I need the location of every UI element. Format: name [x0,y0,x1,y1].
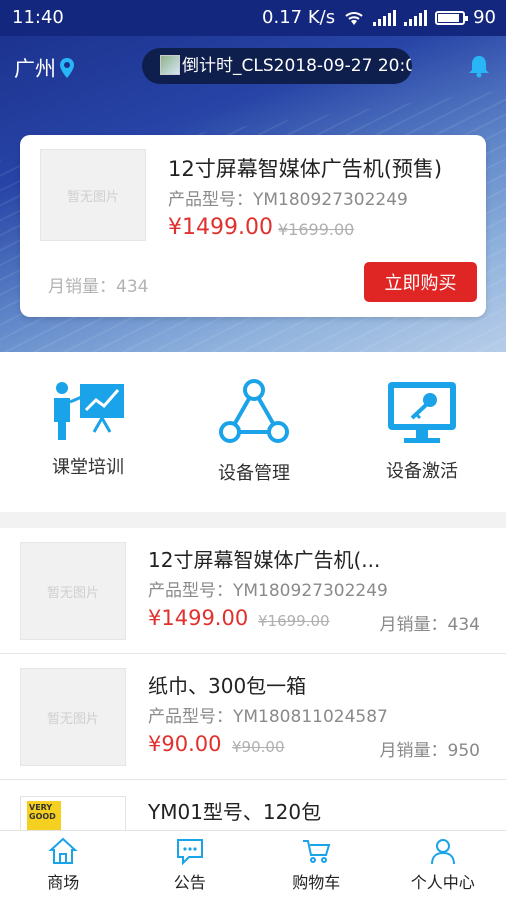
training-icon [54,382,124,440]
product-model: 产品型号：YM180811024587 [148,707,388,727]
product-title: 纸巾、300包一箱 [148,674,307,698]
cell-signal-icon [373,9,397,26]
tab-label: 商场 [47,873,80,892]
product-price: ¥90.00 [148,732,222,756]
cell-signal-icon-2 [404,9,428,26]
product-monthly-sales: 月销量：950 [379,741,480,761]
bottom-tab-bar: 商场 公告 购物车 个人中心 [0,830,506,900]
quick-actions: 课堂培训 设备管理 设备激活 [0,352,506,512]
message-icon [176,839,203,865]
wifi-icon [345,11,363,25]
list-item[interactable]: 暂无图片 12寸屏幕智媒体广告机(... 产品型号：YM180927302249… [0,528,506,654]
status-bar: 11:40 0.17 K/s 90 [0,0,506,36]
tab-label: 个人中心 [410,873,475,892]
image-icon [160,55,180,75]
bell-icon[interactable] [468,54,490,78]
battery-level: 90 [473,7,496,28]
product-image-placeholder: 暂无图片 [20,542,126,640]
product-model: 产品型号：YM180927302249 [148,581,388,601]
device-activation-icon [388,382,456,443]
tab-profile[interactable]: 个人中心 [380,831,506,900]
city-label: 广州 [14,57,56,81]
featured-monthly-sales: 月销量：434 [48,277,149,297]
buy-now-button[interactable]: 立即购买 [364,262,477,302]
featured-price: ¥1499.00 [168,215,273,240]
list-item[interactable]: 暂无图片 纸巾、300包一箱 产品型号：YM180811024587 ¥90.0… [0,654,506,780]
announcement-text: 倒计时_CLS2018-09-27 20:00 [182,56,412,76]
featured-title: 12寸屏幕智媒体广告机(预售) [168,157,443,181]
product-price: ¥1499.00 [148,606,249,630]
cart-icon [303,840,331,863]
battery-icon [435,10,469,25]
home-icon [48,837,78,864]
tab-label: 公告 [173,873,206,892]
announcement-marquee[interactable]: 倒计时_CLS2018-09-27 20:00 [142,48,412,84]
featured-model: 产品型号：YM180927302249 [168,190,408,210]
tab-label: 购物车 [292,873,341,892]
top-bar: 广州 倒计时_CLS2018-09-27 20:00 [0,36,506,96]
list-item[interactable]: VERY GOOD YM01型号、120包 [0,780,506,830]
product-title: 12寸屏幕智媒体广告机(... [148,548,381,572]
tab-cart[interactable]: 购物车 [253,831,380,900]
quick-action-label: 课堂培训 [52,457,124,478]
status-time: 11:40 [12,7,64,28]
product-title: YM01型号、120包 [148,800,322,824]
device-management-icon [219,379,289,443]
featured-original-price: ¥1699.00 [278,220,355,239]
quick-action-label: 设备激活 [386,461,458,482]
quick-action-training[interactable]: 课堂培训 [28,378,148,479]
product-image: VERY GOOD [20,796,126,830]
tab-notice[interactable]: 公告 [127,831,254,900]
product-original-price: ¥1699.00 [258,612,330,630]
product-monthly-sales: 月销量：434 [379,615,480,635]
product-image-placeholder: 暂无图片 [40,149,146,241]
product-list: 暂无图片 12寸屏幕智媒体广告机(... 产品型号：YM180927302249… [0,528,506,830]
tab-mall[interactable]: 商场 [0,831,127,900]
city-selector[interactable]: 广州 [14,53,74,83]
network-speed: 0.17 K/s [262,7,336,28]
quick-action-label: 设备管理 [218,463,290,484]
product-image-placeholder: 暂无图片 [20,668,126,766]
product-original-price: ¥90.00 [232,738,285,756]
featured-product-card[interactable]: 暂无图片 12寸屏幕智媒体广告机(预售) 产品型号：YM180927302249… [20,135,486,317]
quick-action-device-management[interactable]: 设备管理 [194,378,314,485]
quick-action-device-activation[interactable]: 设备激活 [362,378,482,483]
location-pin-icon [60,58,74,78]
user-icon [430,839,455,865]
product-box-image: VERY GOOD [27,801,61,830]
